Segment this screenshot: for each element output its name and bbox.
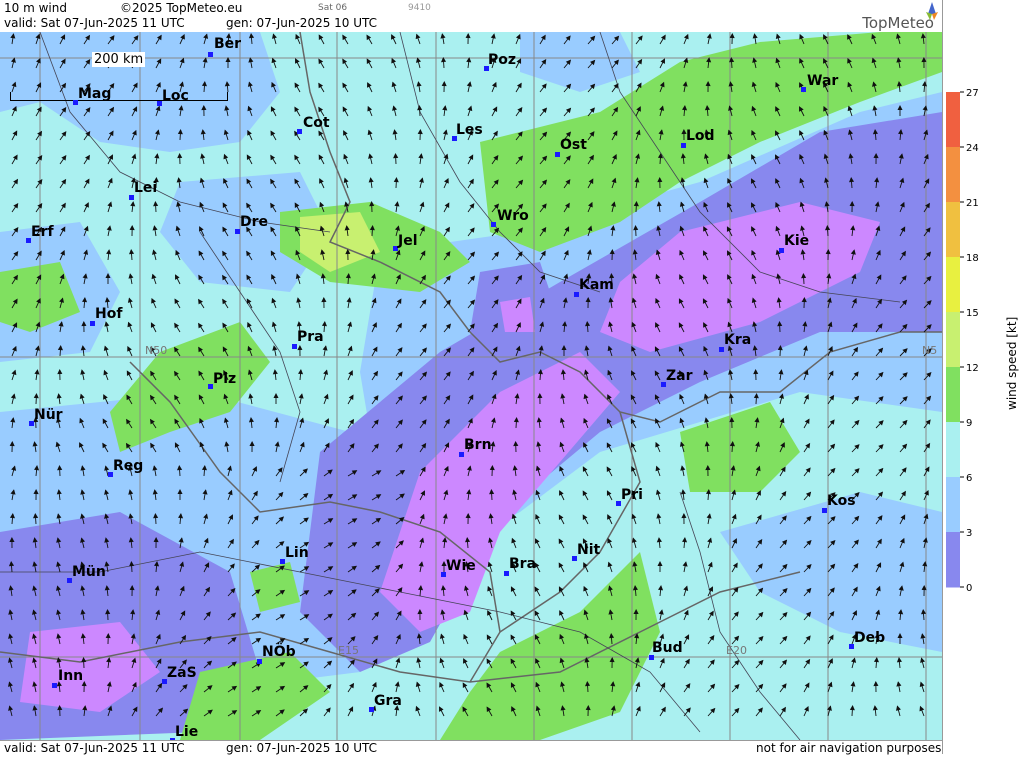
city-label: Lie bbox=[175, 724, 198, 740]
disclaimer: not for air navigation purposes bbox=[756, 741, 941, 755]
city-label: Lei bbox=[134, 180, 157, 196]
copyright: ©2025 TopMeteo.eu bbox=[120, 1, 242, 15]
legend-color-band bbox=[946, 312, 960, 368]
legend-tick-label: 24 bbox=[966, 143, 979, 154]
city-label: Kra bbox=[724, 332, 751, 348]
city-label: Wie bbox=[446, 558, 476, 574]
city-label: ZaS bbox=[167, 665, 197, 681]
city-label: Nit bbox=[577, 542, 600, 558]
legend-tick-label: 6 bbox=[966, 473, 972, 484]
legend-tick-label: 3 bbox=[966, 528, 972, 539]
city-label: Ber bbox=[214, 36, 241, 52]
legend-tick-label: 18 bbox=[966, 253, 979, 264]
city-label: Erf bbox=[31, 224, 54, 240]
legend-color-band bbox=[946, 532, 960, 588]
city-label: Gra bbox=[374, 693, 402, 709]
code-label: 9410 bbox=[408, 3, 431, 13]
legend-colorbar: 27 24 21 18 15 12 9 6 3 0 bbox=[943, 0, 1033, 754]
product-title: 10 m wind bbox=[4, 1, 67, 15]
wind-speed-legend: 27 24 21 18 15 12 9 6 3 0 wind speed [kt] bbox=[942, 0, 1033, 754]
legend-tick-label: 9 bbox=[966, 418, 972, 429]
legend-color-band bbox=[946, 422, 960, 478]
city-label: Wro bbox=[497, 208, 529, 224]
legend-color-band bbox=[946, 477, 960, 533]
city-label: Hof bbox=[95, 306, 122, 322]
city-label: Kam bbox=[579, 277, 614, 293]
city-label: Poz bbox=[488, 52, 516, 68]
city-label: Les bbox=[456, 122, 483, 138]
legend-tick-label: 0 bbox=[966, 583, 972, 594]
lat-label-n50: N50 bbox=[145, 344, 167, 357]
legend-color-band bbox=[946, 202, 960, 258]
city-label: Zar bbox=[666, 368, 693, 384]
city-label: Jel bbox=[398, 233, 418, 249]
city-label: NÖb bbox=[262, 644, 296, 660]
city-label: Kie bbox=[784, 233, 809, 249]
city-label: Pra bbox=[297, 329, 324, 345]
scale-bar bbox=[10, 92, 228, 101]
legend-tick-label: 27 bbox=[966, 88, 979, 99]
city-label: War bbox=[807, 73, 838, 89]
city-label: Kos bbox=[827, 493, 856, 509]
city-label: Dre bbox=[240, 214, 268, 230]
city-label: Lod bbox=[686, 128, 715, 144]
legend-color-band bbox=[946, 367, 960, 423]
city-label: Loc bbox=[162, 88, 189, 104]
city-label: Cot bbox=[303, 115, 330, 131]
legend-color-band bbox=[946, 257, 960, 313]
wind-map: 200 km N50 N5 E15 E20 Ber Poz Mag Loc Co… bbox=[0, 32, 942, 740]
city-label: Deb bbox=[854, 630, 885, 646]
footer-valid-time: valid: Sat 07-Jun-2025 11 UTC bbox=[4, 741, 185, 755]
city-label: Plz bbox=[213, 371, 236, 387]
city-label: Lin bbox=[285, 545, 309, 561]
map-header: 10 m wind ©2025 TopMeteo.eu Sat 06 9410 … bbox=[0, 0, 942, 33]
city-label: Brn bbox=[464, 437, 492, 453]
city-label: Mag bbox=[78, 86, 111, 102]
legend-tick-label: 15 bbox=[966, 308, 979, 319]
legend-title: wind speed [kt] bbox=[1005, 317, 1019, 410]
valid-time: valid: Sat 07-Jun-2025 11 UTC bbox=[4, 16, 185, 30]
city-label: Reg bbox=[113, 458, 143, 474]
lon-label-e20: E20 bbox=[726, 644, 747, 657]
city-label: Ost bbox=[560, 137, 587, 153]
wind-field-svg bbox=[0, 32, 942, 740]
map-footer: valid: Sat 07-Jun-2025 11 UTC gen: 07-Ju… bbox=[0, 740, 942, 755]
city-label: Pri bbox=[621, 487, 643, 503]
lat-label-n50-right: N5 bbox=[922, 344, 937, 357]
legend-tick-label: 12 bbox=[966, 363, 979, 374]
logo-bird-icon bbox=[924, 2, 940, 22]
legend-tick-label: 21 bbox=[966, 198, 979, 209]
scale-bar-label: 200 km bbox=[92, 52, 145, 67]
sat-label: Sat 06 bbox=[318, 3, 347, 13]
city-label: Bra bbox=[509, 556, 536, 572]
footer-gen-time: gen: 07-Jun-2025 10 UTC bbox=[226, 741, 377, 755]
legend-color-band bbox=[946, 92, 960, 148]
gen-time: gen: 07-Jun-2025 10 UTC bbox=[226, 16, 377, 30]
city-label: Nür bbox=[34, 407, 63, 423]
city-label: Inn bbox=[58, 668, 83, 684]
city-label: Mün bbox=[72, 564, 106, 580]
city-label: Bud bbox=[652, 640, 683, 656]
legend-color-band bbox=[946, 147, 960, 203]
lon-label-e15: E15 bbox=[338, 644, 359, 657]
